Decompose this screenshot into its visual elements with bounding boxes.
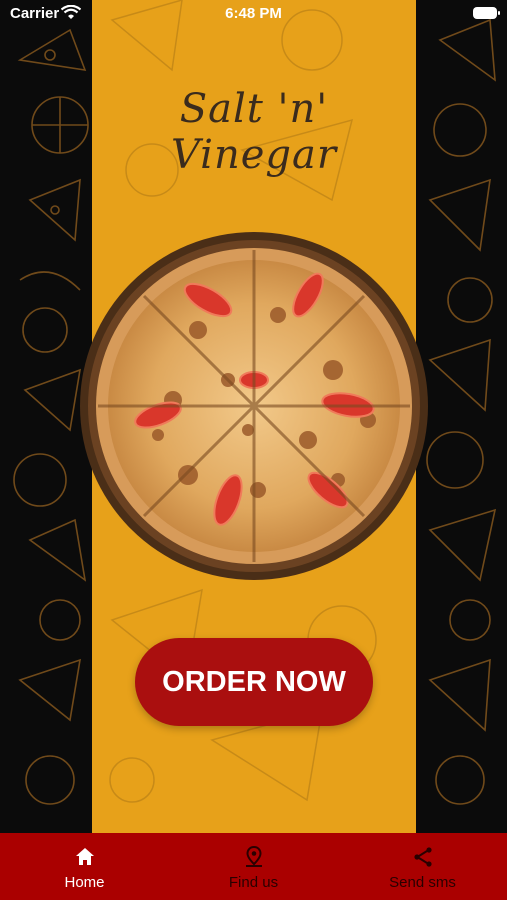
bottom-tab-bar: Home Find us Send sms [0,833,507,900]
brand-logo: Salt 'n' Vinegar [171,86,337,178]
clock: 6:48 PM [225,5,282,22]
tab-find-us-label: Find us [228,874,279,891]
home-icon [75,848,94,865]
location-pin-icon [245,845,262,867]
tab-home-label: Home [64,874,105,891]
share-icon [413,847,432,867]
status-bar: Carrier 6:48 PM [0,0,507,28]
order-now-button[interactable]: ORDER NOW [135,638,373,726]
pizza-image [80,232,428,580]
battery-icon [473,7,500,19]
tab-find-us[interactable]: Find us [169,833,338,900]
tab-send-sms[interactable]: Send sms [338,833,507,900]
tab-home[interactable]: Home [0,833,169,900]
tab-send-sms-label: Send sms [389,874,456,891]
